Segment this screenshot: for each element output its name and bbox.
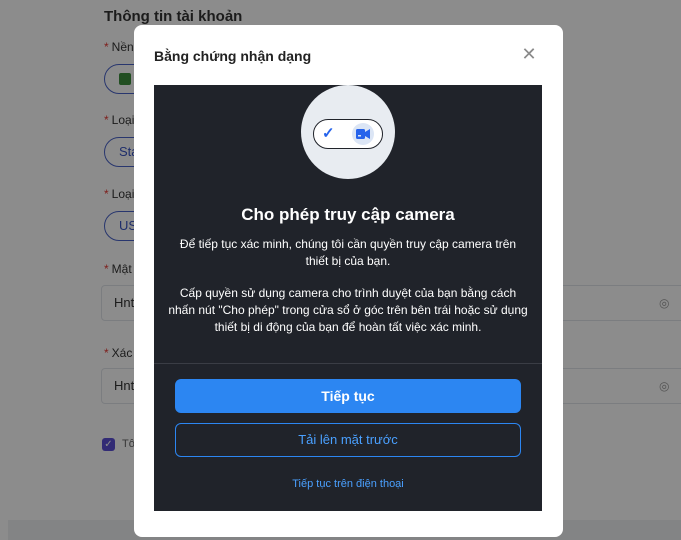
divider (154, 363, 542, 364)
continue-on-phone-link[interactable]: Tiếp tục trên điện thoại (154, 478, 542, 490)
modal-title: Bằng chứng nhận dạng (154, 48, 312, 64)
continue-button[interactable]: Tiếp tục (175, 379, 521, 413)
camera-permission-panel: ✓ Cho phép truy cập camera Để tiếp tục x… (154, 85, 542, 511)
camera-description: Để tiếp tục xác minh, chúng tôi cần quyề… (179, 237, 517, 268)
close-icon[interactable]: ✕ (520, 45, 538, 63)
identity-proof-modal: Bằng chứng nhận dạng ✕ ✓ Cho phép truy c… (134, 25, 563, 537)
camera-heading: Cho phép truy cập camera (241, 205, 455, 224)
camera-icon (352, 123, 374, 145)
check-icon: ✓ (322, 125, 335, 142)
camera-toggle: ✓ (313, 119, 383, 149)
camera-illustration: ✓ (301, 85, 395, 179)
upload-front-button[interactable]: Tải lên mặt trước (175, 423, 521, 457)
camera-instructions: Cấp quyền sử dụng camera cho trình duyệt… (168, 286, 528, 334)
